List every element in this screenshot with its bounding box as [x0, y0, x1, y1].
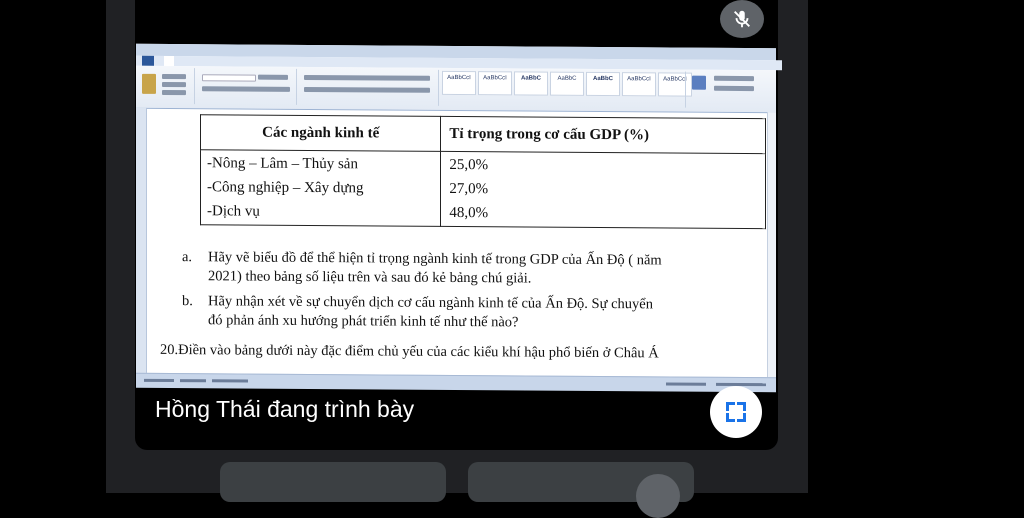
mic-off-icon: [636, 474, 680, 518]
sector-name: -Công nghiệp – Xây dựng: [207, 179, 364, 197]
table-header: Các ngành kinh tế: [200, 114, 441, 152]
question-list: a. Hãy vẽ biểu đồ để thể hiện tỉ trọng n…: [168, 248, 766, 340]
question-text: đó phản ánh xu hướng phát triển kinh tế …: [208, 312, 519, 331]
table-cell: -Nông – Lâm – Thủy sản -Công nghiệp – Xâ…: [200, 149, 441, 227]
tab-file: [142, 55, 154, 66]
style-chip: AaBbCcI: [622, 72, 656, 97]
table-header: Tỉ trọng trong cơ cấu GDP (%): [440, 116, 766, 154]
question-text: 2021) theo bảng số liệu trên và sau đó k…: [208, 268, 532, 287]
style-chip: AaBbCcI: [658, 72, 692, 97]
question-marker: b.: [182, 293, 193, 310]
fullscreen-button[interactable]: [710, 386, 762, 438]
paragraph-group: [298, 68, 439, 106]
style-chip: AaBbC: [550, 71, 584, 96]
word-ribbon: AaBbCcI AaBbCcI AaBbC AaBbC AaBbC AaBbCc…: [136, 65, 776, 114]
document-page: Các ngành kinh tế Tỉ trọng trong cơ cấu …: [148, 108, 766, 377]
question-b: b. Hãy nhận xét về sự chuyển dịch cơ cấu…: [168, 292, 766, 334]
sector-share: 25,0%: [449, 156, 489, 174]
question-marker: a.: [182, 249, 193, 266]
style-chip: AaBbC: [586, 71, 620, 97]
question-a: a. Hãy vẽ biểu đồ để thể hiện tỉ trọng n…: [168, 248, 766, 290]
gdp-structure-table: Các ngành kinh tế Tỉ trọng trong cơ cấu …: [200, 114, 766, 229]
vertical-scrollbar: [767, 112, 776, 378]
sector-share: 27,0%: [449, 180, 489, 198]
style-chip: AaBbCcI: [478, 71, 512, 96]
participant-tile[interactable]: [220, 462, 446, 502]
clipboard-group: [136, 67, 195, 105]
fullscreen-icon: [726, 402, 746, 422]
table-cell: 25,0% 27,0% 48,0%: [440, 151, 766, 229]
style-gallery: AaBbCcI AaBbCcI AaBbC AaBbC AaBbC AaBbCc…: [442, 70, 692, 97]
question-20: 20.Điền vào bảng dưới này đặc điểm chủ y…: [160, 341, 659, 362]
sector-share: 48,0%: [449, 204, 489, 222]
mic-off-icon: [720, 0, 764, 38]
style-chip: AaBbCcI: [442, 70, 476, 96]
shared-screen-word-window: AaBbCcI AaBbCcI AaBbC AaBbC AaBbC AaBbCc…: [136, 43, 782, 393]
change-styles-icon: [692, 75, 706, 90]
vertical-ruler: [136, 107, 147, 373]
sector-name: -Dịch vụ: [207, 203, 260, 220]
style-chip: AaBbC: [514, 71, 548, 96]
sector-name: -Nông – Lâm – Thủy sản: [207, 155, 358, 173]
presenter-caption: Hồng Thái đang trình bày: [155, 396, 415, 422]
tab-home: [164, 55, 174, 67]
editing-group: [714, 75, 754, 82]
font-group: [196, 68, 297, 105]
